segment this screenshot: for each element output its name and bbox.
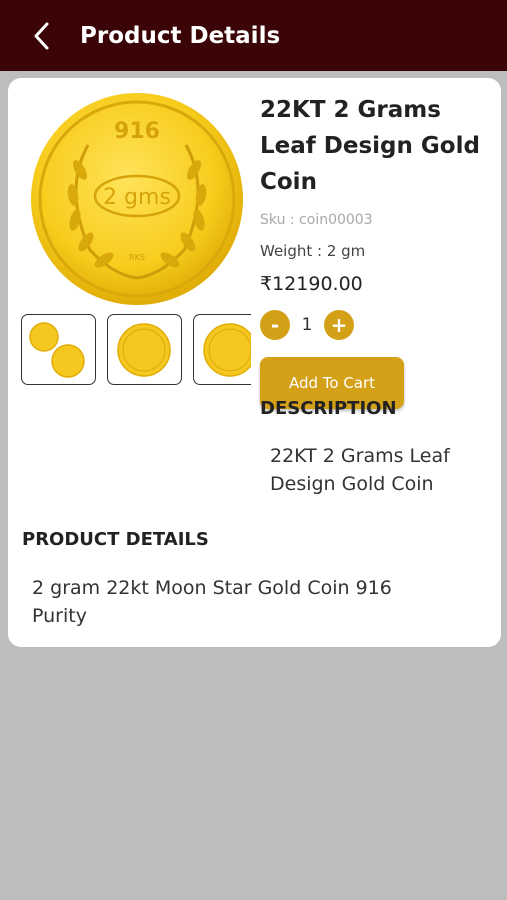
thumbnail-coin-front[interactable] <box>107 314 182 385</box>
increase-quantity-button[interactable]: + <box>324 310 354 340</box>
svg-text:2 gms: 2 gms <box>103 185 171 210</box>
product-card: 916 2 gms RKS 22KT 2 Grams Leaf Design G… <box>8 78 501 647</box>
app-bar: Product Details <box>0 0 507 71</box>
svg-text:RKS: RKS <box>129 253 145 262</box>
back-button[interactable] <box>12 0 72 71</box>
product-details-text: 2 gram 22kt Moon Star Gold Coin 916 Puri… <box>32 577 392 627</box>
product-info: 22KT 2 Grams Leaf Design Gold Coin Sku :… <box>260 92 495 409</box>
description-text: 22KT 2 Grams Leaf Design Gold Coin <box>270 445 450 495</box>
description-heading: DESCRIPTION <box>260 398 397 419</box>
product-sku: Sku : coin00003 <box>260 212 373 228</box>
product-details-heading: PRODUCT DETAILS <box>22 529 209 550</box>
quantity-value: 1 <box>301 315 313 335</box>
thumbnail-coin-back[interactable] <box>193 314 251 385</box>
product-price: ₹12190.00 <box>260 273 363 295</box>
product-title: 22KT 2 Grams Leaf Design Gold Coin <box>260 97 480 195</box>
product-weight: Weight : 2 gm <box>260 242 366 260</box>
quantity-stepper: - 1 + <box>260 310 495 340</box>
chevron-left-icon <box>34 22 49 49</box>
thumbnail-two-coins[interactable] <box>21 314 96 385</box>
thumbnail-strip[interactable] <box>21 314 251 386</box>
decrease-quantity-button[interactable]: - <box>260 310 290 340</box>
page-title: Product Details <box>80 22 281 49</box>
gold-coin-image[interactable]: 916 2 gms RKS <box>28 90 246 308</box>
svg-text:916: 916 <box>114 119 160 144</box>
